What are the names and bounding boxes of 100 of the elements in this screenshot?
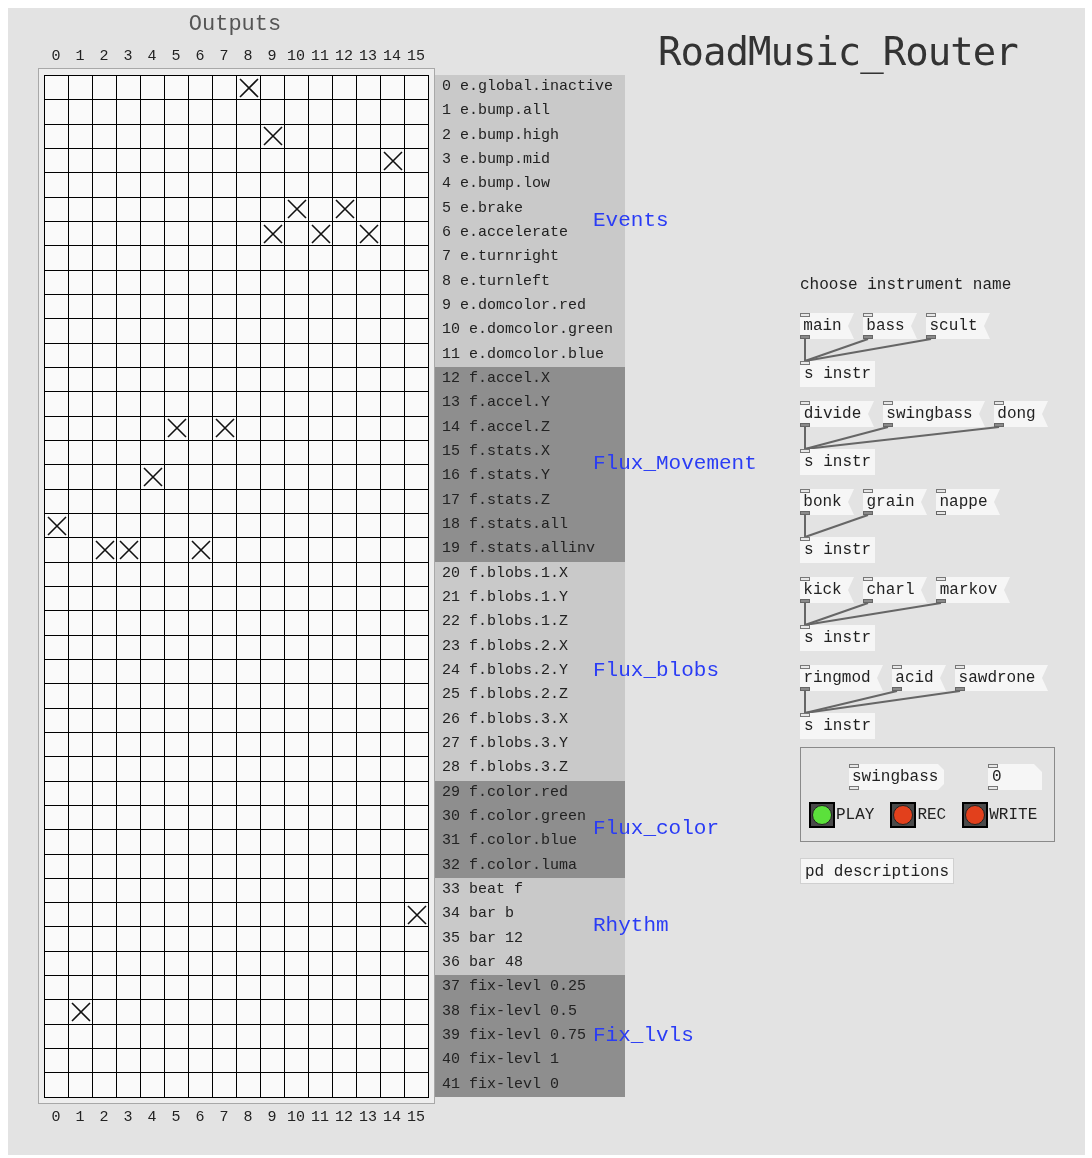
column-number: 8 [243, 48, 253, 66]
column-number: 6 [195, 48, 205, 66]
input-name: 14 f.accel.Z [442, 418, 551, 437]
input-name: 36 bar 48 [442, 953, 523, 972]
input-name: 28 f.blobs.3.Z [442, 759, 569, 778]
message-box[interactable]: acid [892, 665, 946, 691]
send-object[interactable]: s instr [800, 361, 876, 387]
input-name: 26 f.blobs.3.X [442, 710, 569, 729]
message-box[interactable]: bonk [800, 489, 854, 515]
input-name: 10 e.domcolor.green [442, 321, 614, 340]
toggle-button[interactable]: PLAY [809, 802, 875, 828]
column-number: 2 [99, 1108, 109, 1127]
message-box[interactable]: ringmod [800, 665, 883, 691]
column-number: 1 [75, 1108, 85, 1127]
cross-icon [262, 126, 283, 147]
message-box[interactable]: grain [863, 489, 927, 515]
cross-icon [358, 223, 379, 244]
column-number: 10 [287, 1108, 305, 1127]
message-box[interactable]: markov [936, 577, 1010, 603]
message-box[interactable]: scult [926, 313, 990, 339]
cross-icon [406, 904, 427, 925]
input-name: 13 f.accel.Y [442, 394, 551, 413]
message-box[interactable]: bass [863, 313, 917, 339]
message-box[interactable]: main [800, 313, 854, 339]
symbol-field[interactable]: swingbass [849, 764, 944, 790]
message-box[interactable]: sawdrone [955, 665, 1048, 691]
cross-icon [118, 539, 139, 560]
group-label: Flux_blobs [593, 659, 720, 684]
column-number: 7 [219, 1108, 229, 1127]
instruction-text: choose instrument name [800, 275, 1013, 295]
send-object[interactable]: s instr [800, 625, 876, 651]
cross-icon [238, 77, 259, 98]
column-number: 15 [407, 48, 425, 66]
column-number: 10 [287, 48, 305, 66]
cross-icon [214, 418, 235, 439]
send-object[interactable]: s instr [800, 537, 876, 563]
group-label: Rhythm [593, 914, 669, 939]
send-object[interactable]: s instr [800, 713, 876, 739]
column-number: 12 [335, 48, 353, 66]
input-name: 38 fix-levl 0.5 [442, 1002, 578, 1021]
column-number: 5 [171, 48, 181, 66]
group-label: Fix_lvls [593, 1023, 694, 1048]
cross-icon [286, 199, 307, 220]
input-name: 33 beat f [442, 881, 523, 899]
patch-title: RoadMusic_Router [657, 29, 1019, 75]
column-number: 15 [407, 1108, 425, 1127]
message-box[interactable]: charl [863, 577, 927, 603]
toggle-button[interactable]: WRITE [962, 802, 1038, 828]
input-name: 21 f.blobs.1.Y [442, 589, 569, 608]
column-number: 2 [99, 48, 109, 66]
cross-icon [166, 418, 187, 439]
input-name: 3 e.bump.mid [442, 151, 551, 170]
input-name: 40 fix-levl 1 [442, 1051, 560, 1070]
input-name: 25 f.blobs.2.Z [442, 686, 569, 705]
message-box[interactable]: nappe [936, 489, 1000, 515]
column-number: 13 [359, 48, 377, 66]
toggle-button[interactable]: REC [890, 802, 947, 828]
message-box[interactable]: kick [800, 577, 854, 603]
column-number: 9 [267, 1108, 277, 1127]
input-name: 16 f.stats.Y [442, 467, 551, 486]
column-number: 6 [195, 1108, 205, 1127]
input-name: 6 e.accelerate [442, 224, 569, 243]
cross-icon [190, 539, 211, 560]
message-box[interactable]: swingbass [883, 401, 985, 427]
input-name: 31 f.color.blue [442, 832, 578, 851]
column-number: 11 [311, 1108, 329, 1127]
input-name: 5 e.brake [442, 199, 523, 218]
input-name: 8 e.turnleft [442, 272, 551, 291]
input-name: 4 e.bump.low [442, 175, 551, 194]
input-name: 23 f.blobs.2.X [442, 637, 569, 656]
number-field[interactable]: 0 [988, 764, 1042, 790]
column-number: 12 [335, 1108, 353, 1127]
column-number: 1 [75, 48, 85, 66]
message-box[interactable]: divide [800, 401, 874, 427]
input-name: 11 e.domcolor.blue [442, 345, 605, 364]
input-name: 1 e.bump.all [442, 102, 551, 121]
input-name: 20 f.blobs.1.X [442, 564, 569, 583]
cross-icon [382, 150, 403, 171]
message-box[interactable]: dong [994, 401, 1048, 427]
group-label: Flux_color [593, 817, 720, 842]
input-name: 12 f.accel.X [442, 370, 551, 389]
input-name: 18 f.stats.all [442, 516, 569, 535]
column-number: 4 [147, 48, 157, 66]
column-number: 14 [383, 1108, 401, 1127]
input-name: 17 f.stats.Z [442, 491, 551, 510]
cross-icon [46, 515, 67, 536]
cross-icon [142, 466, 163, 487]
input-name: 35 bar 12 [442, 929, 523, 948]
column-number: 3 [123, 48, 133, 66]
subpatch-object[interactable]: pd descriptions [800, 858, 955, 884]
send-object[interactable]: s instr [800, 449, 876, 475]
cross-icon [262, 223, 283, 244]
cross-icon [94, 539, 115, 560]
cross-icon [310, 223, 331, 244]
column-number: 3 [123, 1108, 133, 1127]
column-number: 0 [51, 1108, 61, 1127]
column-number: 13 [359, 1108, 377, 1127]
input-name: 9 e.domcolor.red [442, 297, 587, 316]
group-label: Flux_Movement [593, 452, 757, 477]
column-number: 0 [51, 48, 61, 66]
